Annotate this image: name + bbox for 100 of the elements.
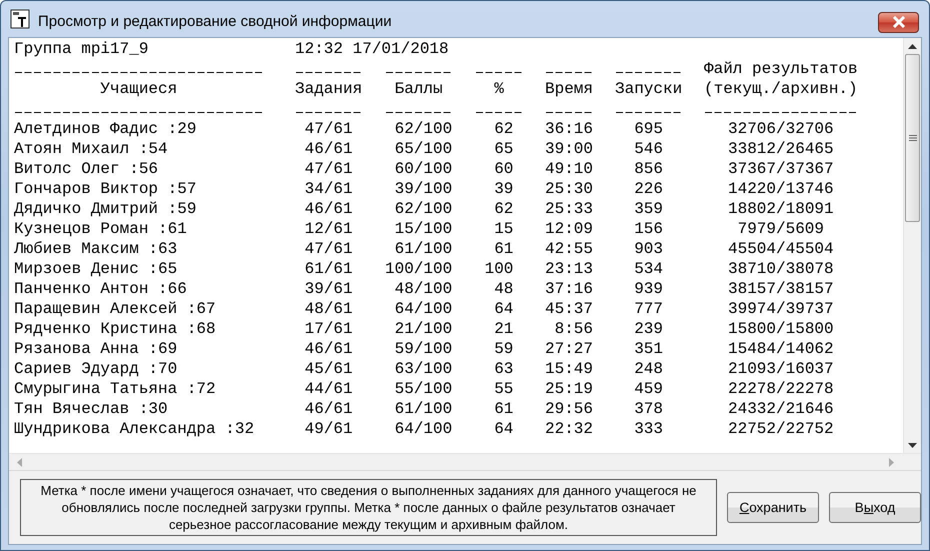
table-cell: Тян Вячеслав :30 xyxy=(14,400,168,418)
table-cell: 24332/21646 xyxy=(728,400,834,418)
table-cell: 65/100 xyxy=(394,140,452,158)
table-cell: 22:32 xyxy=(545,420,594,438)
group-label: Группа mpi17_9 xyxy=(14,39,150,59)
table-cell: 42:55 xyxy=(545,240,594,258)
table-cell: 29:56 xyxy=(545,400,594,418)
table-cell: 15 xyxy=(494,220,514,238)
window-title: Просмотр и редактирование сводной информации xyxy=(38,12,393,30)
table-cell: 32706/32706 xyxy=(728,120,834,138)
table-cell: 48/100 xyxy=(394,280,452,298)
table-cell: Смурыгина Татьяна :72 xyxy=(14,380,216,398)
table-cell: 17/61 xyxy=(304,320,353,338)
table-cell: 48/61 xyxy=(304,300,353,318)
table-cell: 64 xyxy=(494,300,514,318)
table-cell: 239 xyxy=(634,320,663,338)
table-cell: 61/100 xyxy=(394,400,452,418)
table-cell: 12/61 xyxy=(304,220,353,238)
column-header: Задания xyxy=(295,80,362,98)
table-cell: 15800/15800 xyxy=(728,320,834,338)
table-cell: 8:56 xyxy=(554,320,593,338)
table-cell: 226 xyxy=(634,180,663,198)
scrollbar-thumb[interactable] xyxy=(905,54,920,222)
table-cell: 38157/38157 xyxy=(728,280,834,298)
table-cell: 62/100 xyxy=(394,120,452,138)
table-cell: 62/100 xyxy=(394,200,452,218)
table-cell: 100 xyxy=(484,260,514,278)
table-cell: 60 xyxy=(494,160,514,178)
column-header: (текущ./архивн.) xyxy=(704,80,858,98)
table-cell: Витолс Олег :56 xyxy=(14,160,158,178)
table-cell: 22752/22752 xyxy=(728,420,834,438)
exit-button[interactable]: Выход xyxy=(829,492,921,523)
table-cell: 64/100 xyxy=(394,300,452,318)
table-cell: 60/100 xyxy=(394,160,452,178)
table-cell: 37:16 xyxy=(545,280,594,298)
table-cell: 47/61 xyxy=(304,240,353,258)
table-cell: Паращевин Алексей :67 xyxy=(14,300,216,318)
table-cell: 21/100 xyxy=(394,320,452,338)
table-cell: 63 xyxy=(494,360,514,378)
table-cell: 47/61 xyxy=(304,160,353,178)
table-cell: 25:19 xyxy=(545,380,594,398)
table-cell: 61/100 xyxy=(394,240,452,258)
table-cell: 12:09 xyxy=(545,220,594,238)
vertical-scrollbar[interactable] xyxy=(903,38,921,453)
table-cell: 47/61 xyxy=(304,120,353,138)
table-cell: 34/61 xyxy=(304,180,353,198)
table-cell: 49/61 xyxy=(304,420,353,438)
table-cell: 45504/45504 xyxy=(728,240,834,258)
table-cell: 39/100 xyxy=(394,180,452,198)
note-text: Метка * после имени учащегося означает, что сведения о выполненных заданиях для данного учащегося не обновлялись после последней загрузки группы. Метка * после данных о файле результатов означает серьезное рассогласование между текущим и архивным файлом. xyxy=(20,479,717,536)
table-cell: Панченко Антон :66 xyxy=(14,280,187,298)
table-cell: 39 xyxy=(494,180,514,198)
table-cell: 7979/5609 xyxy=(738,220,824,238)
table-cell: Сариев Эдуард :70 xyxy=(14,360,178,378)
table-cell: 22278/22278 xyxy=(728,380,834,398)
table-cell: 62 xyxy=(494,120,514,138)
table-cell: Дядичко Дмитрий :59 xyxy=(14,200,196,218)
app-icon xyxy=(10,9,30,29)
table-cell: 15/100 xyxy=(394,220,452,238)
table-cell: 695 xyxy=(634,120,663,138)
table-cell: 100/100 xyxy=(385,260,452,278)
save-button[interactable]: Сохранить xyxy=(727,492,819,523)
table-cell: 351 xyxy=(634,340,663,358)
table-cell: 46/61 xyxy=(304,200,353,218)
close-icon xyxy=(892,16,906,28)
table-cell: 46/61 xyxy=(304,140,353,158)
table-cell: 48 xyxy=(494,280,514,298)
table-cell: 359 xyxy=(634,200,663,218)
column-header: Учащиеся xyxy=(100,80,178,98)
table-cell: 15484/14062 xyxy=(728,340,834,358)
table-cell: 37367/37367 xyxy=(728,160,834,178)
table-cell: 777 xyxy=(634,300,663,318)
table-cell: 21093/16037 xyxy=(728,360,834,378)
table-cell: 61 xyxy=(494,400,514,418)
table-cell: 18802/18091 xyxy=(728,200,834,218)
table-cell: 49:10 xyxy=(545,160,594,178)
column-header: Время xyxy=(545,80,594,98)
scroll-right-arrow-icon[interactable] xyxy=(889,458,894,466)
table-cell: 38710/38078 xyxy=(728,260,834,278)
table-cell: 33812/26465 xyxy=(728,140,834,158)
column-caption: Файл результатов xyxy=(704,59,858,79)
table-cell: 856 xyxy=(634,160,663,178)
scroll-up-arrow-icon[interactable] xyxy=(908,44,917,50)
close-button[interactable] xyxy=(878,12,919,32)
scroll-left-arrow-icon[interactable] xyxy=(17,458,22,466)
table-cell: 59/100 xyxy=(394,340,452,358)
table-cell: Рядченко Кристина :68 xyxy=(14,320,216,338)
table-cell: 55/100 xyxy=(394,380,452,398)
table-cell: 25:33 xyxy=(545,200,594,218)
table-cell: 248 xyxy=(634,360,663,378)
table-cell: 65 xyxy=(494,140,514,158)
column-header: Запуски xyxy=(615,80,682,98)
table-cell: Кузнецов Роман :61 xyxy=(14,220,187,238)
table-cell: Мирзоев Денис :65 xyxy=(14,260,178,278)
horizontal-scrollbar[interactable] xyxy=(9,453,921,470)
table-cell: 534 xyxy=(634,260,663,278)
table-cell: 333 xyxy=(634,420,663,438)
table-cell: 64 xyxy=(494,420,514,438)
table-cell: 45:37 xyxy=(545,300,594,318)
scroll-down-arrow-icon[interactable] xyxy=(908,442,917,448)
